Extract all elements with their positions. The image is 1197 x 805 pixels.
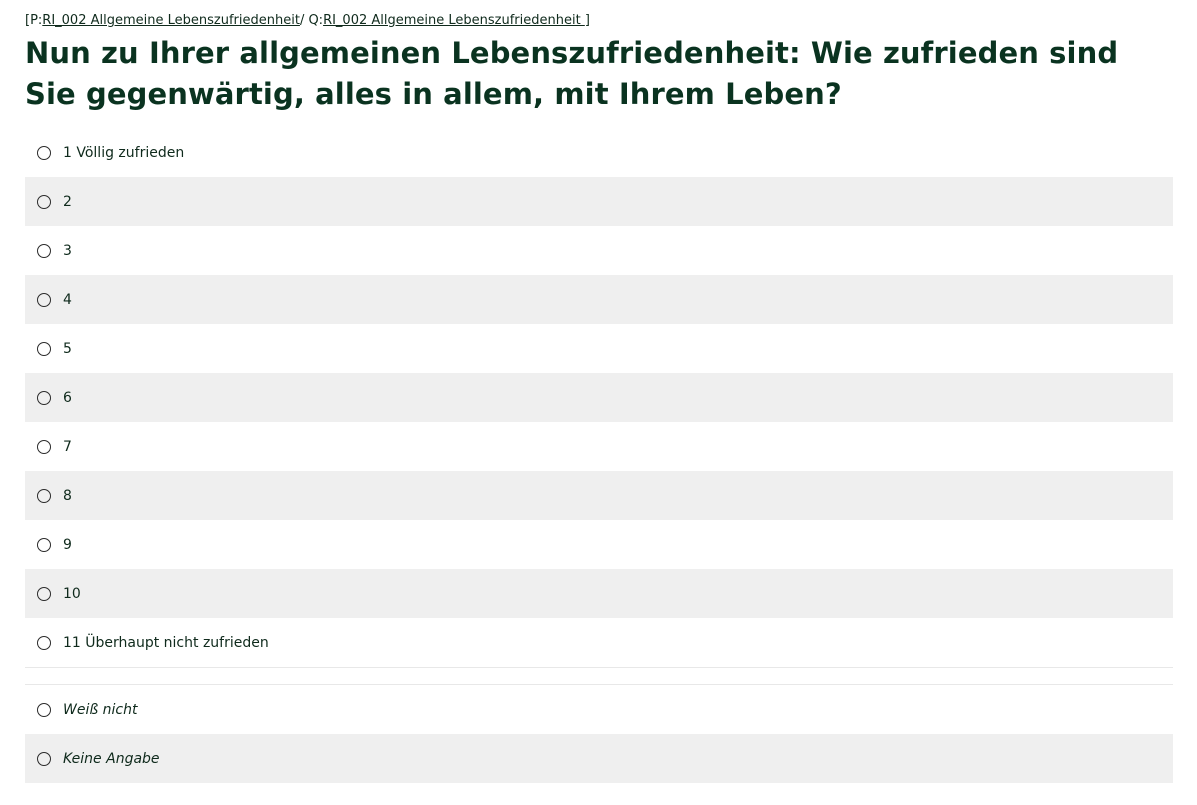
option-label: 2 [63,193,72,210]
radio-button[interactable] [37,243,51,258]
answer-options: 1 Völlig zufrieden 2 3 4 5 6 7 8 9 10 11… [25,128,1173,783]
option-dont-know[interactable]: Weiß nicht [25,685,1173,734]
breadcrumb-separator: / Q: [299,13,324,28]
option-8[interactable]: 8 [25,471,1173,520]
breadcrumb-open: [P: [25,13,43,28]
option-label: Keine Angabe [63,750,160,767]
radio-button[interactable] [37,751,51,766]
breadcrumb-close: ] [584,13,590,28]
option-6[interactable]: 6 [25,373,1173,422]
option-9[interactable]: 9 [25,520,1173,569]
option-7[interactable]: 7 [25,422,1173,471]
radio-button[interactable] [37,341,51,356]
option-4[interactable]: 4 [25,275,1173,324]
option-10[interactable]: 10 [25,569,1173,618]
radio-button[interactable] [37,488,51,503]
radio-button[interactable] [37,145,51,160]
option-3[interactable]: 3 [25,226,1173,275]
option-label: 7 [63,438,72,455]
breadcrumb-question-link[interactable]: RI_002 Allgemeine Lebenszufriedenheit [323,13,585,28]
radio-button[interactable] [37,390,51,405]
question-title: Nun zu Ihrer allgemeinen Lebenszufrieden… [25,36,1119,111]
radio-button[interactable] [37,439,51,454]
option-label: Weiß nicht [63,701,138,718]
option-label: 8 [63,487,72,504]
radio-button[interactable] [37,586,51,601]
radio-button[interactable] [37,702,51,717]
option-label: 3 [63,242,72,259]
radio-button[interactable] [37,292,51,307]
option-2[interactable]: 2 [25,177,1173,226]
option-11[interactable]: 11 Überhaupt nicht zufrieden [25,618,1173,667]
option-label: 4 [63,291,72,308]
option-5[interactable]: 5 [25,324,1173,373]
option-no-answer[interactable]: Keine Angabe [25,734,1173,783]
option-label: 1 Völlig zufrieden [63,144,185,161]
breadcrumb-page-link[interactable]: RI_002 Allgemeine Lebenszufriedenheit [42,13,300,28]
option-label: 9 [63,536,72,553]
option-label: 6 [63,389,72,406]
option-label: 11 Überhaupt nicht zufrieden [63,634,269,651]
radio-button[interactable] [37,635,51,650]
radio-button[interactable] [37,537,51,552]
option-1[interactable]: 1 Völlig zufrieden [25,128,1173,177]
breadcrumb: [P:RI_002 Allgemeine Lebenszufriedenheit… [25,12,590,30]
option-label: 10 [63,585,81,602]
option-label: 5 [63,340,72,357]
radio-button[interactable] [37,194,51,209]
